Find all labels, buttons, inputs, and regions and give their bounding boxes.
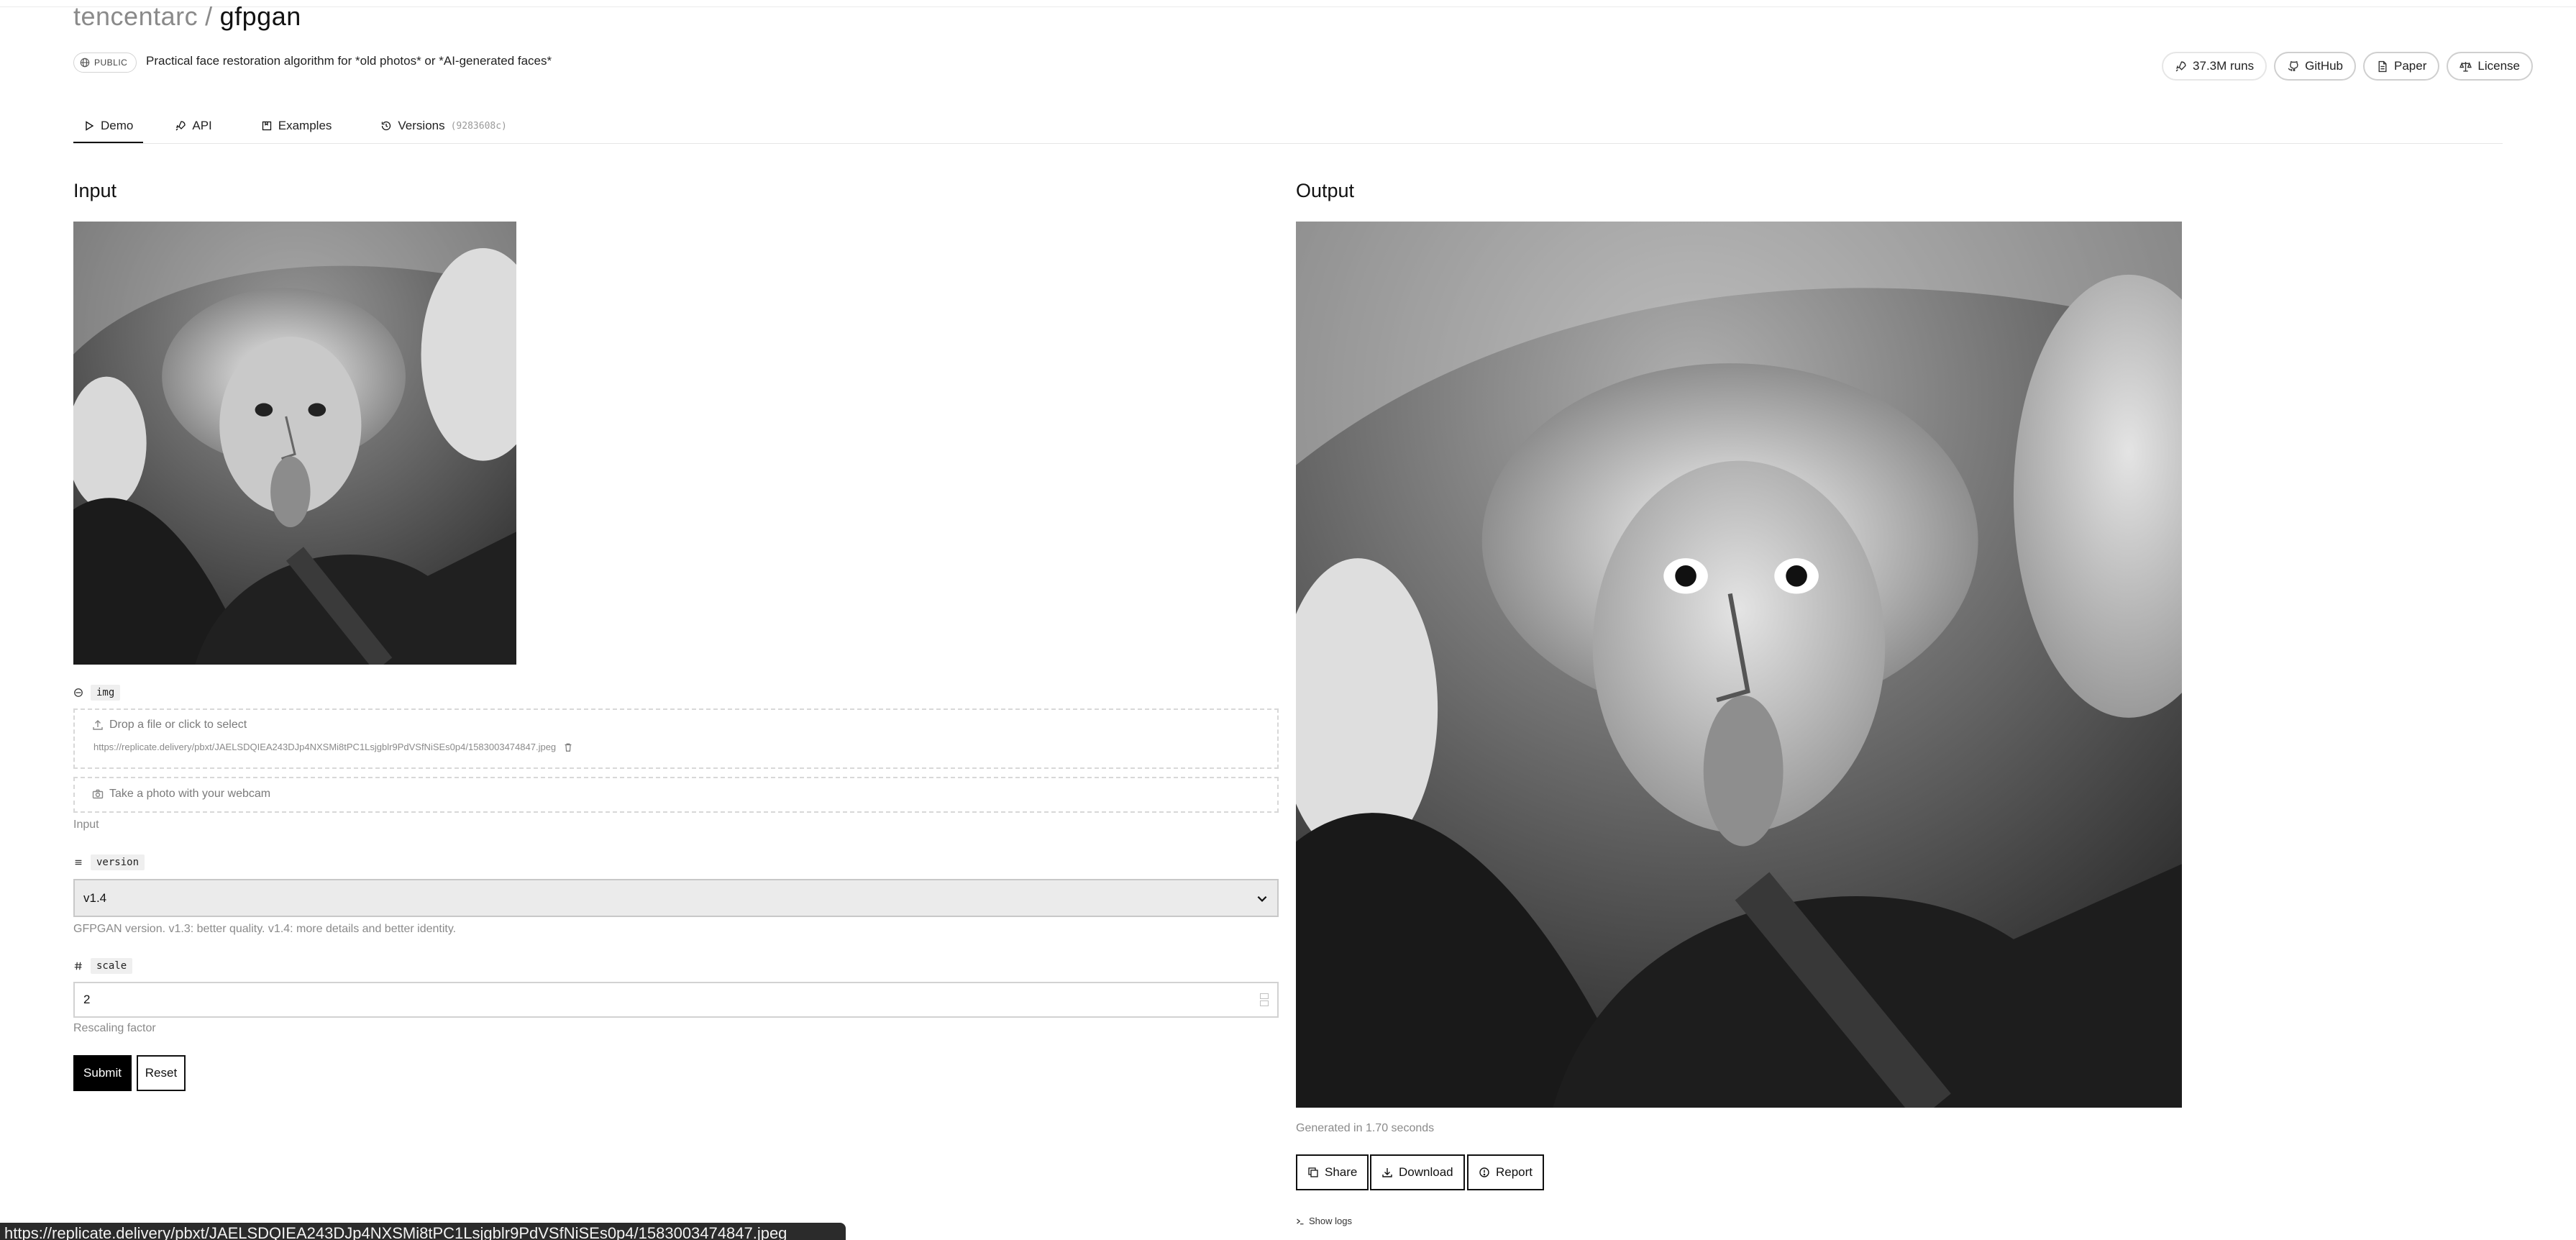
- input-heading: Input: [73, 180, 117, 201]
- version-select[interactable]: v1.4: [73, 879, 1279, 917]
- dropzone-text: Drop a file or click to select: [109, 719, 247, 731]
- download-label: Download: [1399, 1165, 1453, 1179]
- scale-value: 2: [83, 993, 91, 1006]
- rocket-icon: [175, 121, 186, 131]
- scale-field-name: scale: [91, 958, 133, 974]
- tab-versions-label: Versions: [398, 119, 445, 132]
- reset-button[interactable]: Reset: [137, 1055, 186, 1091]
- scale-icon: [2459, 61, 2472, 72]
- img-field-name: img: [91, 685, 121, 701]
- upload-icon: [93, 720, 103, 730]
- github-button[interactable]: GitHub: [2274, 52, 2357, 81]
- github-label: GitHub: [2305, 59, 2344, 73]
- model-name-link[interactable]: gfpgan: [220, 1, 301, 31]
- document-icon: [2378, 60, 2387, 72]
- version-selected-value: v1.4: [83, 890, 107, 905]
- version-hash: (9283608c): [450, 120, 507, 132]
- tab-examples-label: Examples: [278, 119, 332, 132]
- model-stats: 37.3M runs GitHub Paper License: [2162, 52, 2533, 81]
- img-help-text: Input: [73, 819, 99, 831]
- history-icon: [382, 121, 391, 131]
- submit-button[interactable]: Submit: [73, 1055, 132, 1091]
- generation-time: Generated in 1.70 seconds: [1296, 1122, 1435, 1134]
- tab-demo[interactable]: Demo: [73, 108, 144, 144]
- dropzone-prompt: Drop a file or click to select: [92, 719, 247, 731]
- globe-icon: [80, 58, 90, 68]
- report-button[interactable]: Report: [1467, 1154, 1545, 1190]
- tab-examples[interactable]: Examples: [251, 108, 342, 144]
- github-icon: [2288, 60, 2298, 71]
- download-button[interactable]: Download: [1370, 1154, 1465, 1190]
- output-image: [1296, 222, 2182, 1108]
- examples-icon: [262, 121, 271, 131]
- model-tabs: Demo API Examples Versions (9283608c): [73, 108, 517, 144]
- top-divider: [0, 6, 2576, 7]
- output-heading: Output: [1296, 180, 1355, 201]
- visibility-badge-label: PUBLIC: [94, 58, 128, 68]
- scale-help-text: Rescaling factor: [73, 1022, 156, 1034]
- trash-icon[interactable]: [563, 742, 573, 752]
- terminal-icon: [1297, 1218, 1304, 1224]
- webcam-capture[interactable]: Take a photo with your webcam: [73, 777, 1279, 813]
- camera-icon: [92, 789, 104, 799]
- copy-icon: [1308, 1167, 1318, 1177]
- title-separator: /: [205, 1, 213, 31]
- tab-versions[interactable]: Versions (9283608c): [370, 108, 516, 144]
- license-label: License: [2477, 59, 2520, 73]
- alert-icon: [1479, 1167, 1489, 1177]
- webcam-text: Take a photo with your webcam: [109, 788, 271, 800]
- visibility-badge: PUBLIC: [73, 53, 137, 73]
- show-logs-toggle[interactable]: Show logs: [1296, 1216, 1352, 1226]
- file-input-icon: [74, 688, 83, 697]
- hash-icon: [74, 962, 82, 970]
- share-label: Share: [1325, 1165, 1358, 1179]
- runs-count: 37.3M runs: [2162, 52, 2267, 81]
- selected-file-url[interactable]: https://replicate.delivery/pbxt/JAELSDQI…: [93, 742, 556, 752]
- show-logs-label: Show logs: [1309, 1216, 1352, 1226]
- share-button[interactable]: Share: [1296, 1154, 1369, 1190]
- tab-demo-label: Demo: [101, 119, 134, 132]
- version-help-text: GFPGAN version. v1.3: better quality. v1…: [73, 923, 457, 935]
- paper-label: Paper: [2394, 59, 2427, 73]
- version-field-name: version: [91, 854, 145, 870]
- model-title: tencentarc / gfpgan: [73, 1, 301, 32]
- version-field-label: version: [73, 854, 145, 870]
- rocket-icon: [2175, 60, 2186, 71]
- model-description: Practical face restoration algorithm for…: [146, 54, 552, 68]
- paper-button[interactable]: Paper: [2363, 52, 2440, 81]
- scale-stepper[interactable]: [1260, 993, 1269, 1006]
- file-dropzone[interactable]: Drop a file or click to select https://r…: [73, 708, 1279, 769]
- report-label: Report: [1496, 1165, 1533, 1179]
- tabs-divider: [73, 143, 2503, 144]
- scale-field-label: scale: [73, 958, 133, 974]
- chevron-down-icon: [1257, 895, 1267, 902]
- download-icon: [1382, 1168, 1392, 1177]
- list-icon: [75, 860, 82, 865]
- runs-label: 37.3M runs: [2193, 59, 2255, 73]
- webcam-prompt: Take a photo with your webcam: [92, 788, 270, 801]
- tab-api[interactable]: API: [165, 108, 221, 144]
- scale-input[interactable]: 2: [73, 982, 1279, 1018]
- link-status-bar: https://replicate.delivery/pbxt/JAELSDQI…: [0, 1223, 846, 1240]
- play-icon: [86, 121, 94, 131]
- tab-api-label: API: [192, 119, 212, 132]
- owner-link[interactable]: tencentarc: [73, 1, 198, 31]
- license-button[interactable]: License: [2447, 52, 2533, 81]
- input-image-preview: [73, 222, 516, 665]
- selected-file: https://replicate.delivery/pbxt/JAELSDQI…: [93, 742, 573, 752]
- img-field-label: img: [73, 685, 121, 701]
